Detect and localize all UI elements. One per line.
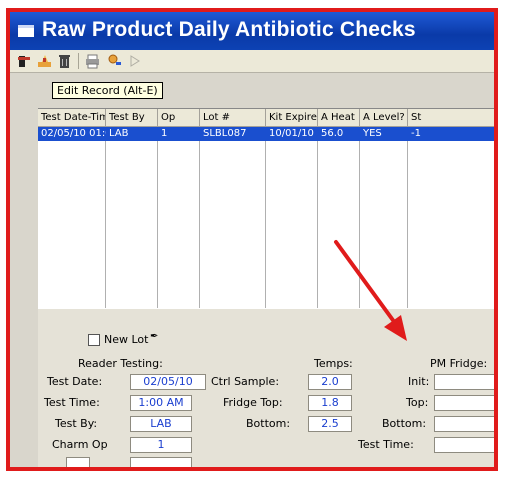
window-icon <box>18 25 34 37</box>
test-date-label: Test Date: <box>47 375 103 388</box>
col-header-a-level[interactable]: A Level? <box>360 109 408 127</box>
col-header-test-date-time[interactable]: Test Date-Time <box>38 109 106 127</box>
reader-testing-heading: Reader Testing: <box>78 357 163 370</box>
pm-bottom-field[interactable] <box>434 416 494 432</box>
col-header-op[interactable]: Op <box>158 109 200 127</box>
cell-op[interactable]: 1 <box>158 127 200 141</box>
title-bar: Raw Product Daily Antibiotic Checks <box>10 12 494 50</box>
toolbar-separator <box>78 53 79 69</box>
column-divider <box>407 141 408 309</box>
col-header-lot[interactable]: Lot # <box>200 109 266 127</box>
fridge-top-field[interactable]: 1.8 <box>308 395 352 411</box>
new-lot-checkbox[interactable] <box>88 334 100 346</box>
toolbar <box>10 50 494 73</box>
cell-kit-expires[interactable]: 10/01/10 <box>266 127 318 141</box>
cell-test-date-time[interactable]: 02/05/10 01:00 <box>38 127 106 141</box>
test-by-field[interactable]: LAB <box>130 416 192 432</box>
cell-test-by[interactable]: LAB <box>106 127 158 141</box>
column-divider <box>317 141 318 309</box>
column-divider <box>265 141 266 309</box>
temps-heading: Temps: <box>314 357 353 370</box>
column-divider <box>105 141 106 309</box>
top-label: Top: <box>406 396 429 409</box>
charm-op-label: Charm Op <box>52 438 108 451</box>
column-divider <box>199 141 200 309</box>
bottom-field[interactable]: 2.5 <box>308 416 352 432</box>
cell-lot[interactable]: SLBL087 <box>200 127 266 141</box>
edit-record-icon[interactable] <box>36 53 53 69</box>
col-header-a-heat[interactable]: A Heat <box>318 109 360 127</box>
cell-a-level[interactable]: YES <box>360 127 408 141</box>
delete-icon[interactable] <box>56 53 73 69</box>
test-date-field[interactable]: 02/05/10 <box>130 374 206 390</box>
test-time-label: Test Time: <box>44 396 100 409</box>
pm-test-time-field[interactable] <box>434 437 494 453</box>
cell-st[interactable]: -1 <box>408 127 494 141</box>
records-grid: Test Date-Time Test By Op Lot # Kit Expi… <box>38 108 494 309</box>
ctrl-sample-label: Ctrl Sample: <box>211 375 280 388</box>
init-field[interactable] <box>434 374 494 390</box>
pm-bottom-label: Bottom: <box>382 417 427 430</box>
pin-icon: ✒ <box>150 331 159 342</box>
search-icon[interactable] <box>106 53 123 69</box>
charm-op-field[interactable]: 1 <box>130 437 192 453</box>
new-lot-label: New Lot <box>104 333 149 346</box>
pm-fridge-heading: PM Fridge: <box>430 357 488 370</box>
test-time-2-label: Test Time: <box>358 438 414 451</box>
fridge-top-label: Fridge Top: <box>223 396 283 409</box>
column-divider <box>359 141 360 309</box>
col-header-st[interactable]: St <box>408 109 494 127</box>
new-record-icon[interactable] <box>16 53 33 69</box>
col-header-test-by[interactable]: Test By <box>106 109 158 127</box>
print-icon[interactable] <box>84 53 101 69</box>
test-by-label: Test By: <box>55 417 98 430</box>
ctrl-sample-field[interactable]: 2.0 <box>308 374 352 390</box>
edit-record-tooltip: Edit Record (Alt-E) <box>52 82 163 99</box>
app-window: Raw Product Daily Antibiotic Checks Test… <box>6 8 498 471</box>
col-header-kit-expires[interactable]: Kit Expires <box>266 109 318 127</box>
test-time-field[interactable]: 1:00 AM <box>130 395 192 411</box>
record-form: New Lot ✒ Reader Testing: Temps: PM Frid… <box>38 308 494 467</box>
top-field[interactable] <box>434 395 494 411</box>
window-title: Raw Product Daily Antibiotic Checks <box>42 18 416 41</box>
play-icon[interactable] <box>126 53 143 69</box>
partial-field[interactable] <box>130 457 192 467</box>
partial-field[interactable] <box>66 457 90 467</box>
init-label: Init: <box>408 375 430 388</box>
column-divider <box>157 141 158 309</box>
cell-a-heat[interactable]: 56.0 <box>318 127 360 141</box>
bottom-label: Bottom: <box>246 417 291 430</box>
